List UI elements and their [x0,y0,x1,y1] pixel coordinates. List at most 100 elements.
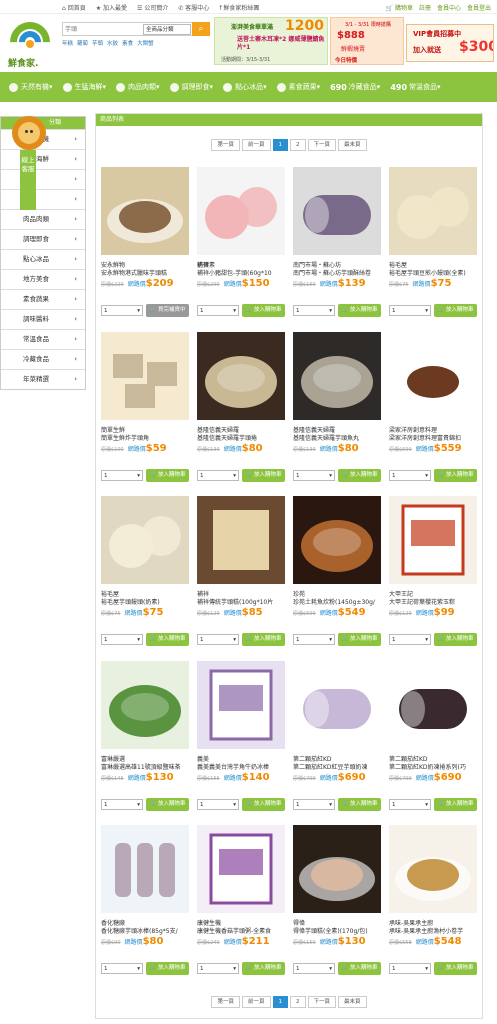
fanpage-link[interactable]: f 鮮食家粉絲團 [219,3,259,12]
sidebar-item[interactable]: 鮮› [1,169,85,189]
page-button[interactable]: 下一頁 [307,996,337,1008]
quantity-select[interactable]: 1 ▾ [101,305,143,316]
add-to-cart-button[interactable]: 🛒 放入購物車 [242,304,285,317]
product-name[interactable]: 大甲王記荷葉櫻花紫玉粽 [389,597,477,606]
quantity-select[interactable]: 1 ▾ [197,963,239,974]
product-image[interactable] [197,825,285,913]
add-to-cart-button[interactable]: 🛒 放入購物車 [434,633,477,646]
page-button[interactable]: 1 [272,139,288,151]
product-image[interactable] [389,660,477,749]
sidebar-item[interactable]: 調味醬料 › [1,309,85,329]
product-image[interactable] [389,496,477,584]
about-link[interactable]: ☰ 公司簡介 [137,3,168,12]
page-button[interactable]: 前一頁 [241,996,271,1008]
favorite-link[interactable]: ★ 加入最愛 [96,3,127,12]
product-name[interactable]: 康健生機香菇芋頭粥-全素食 [197,926,285,935]
hot-keyword[interactable]: 蘿蔔 [77,39,88,47]
nav-item[interactable]: 調理即食 ▾ [165,82,219,92]
promo-banner-2[interactable]: 3/1 - 3/31 限時搶購 $888 鮮蝦燒賣 今日特價 [330,17,404,65]
product-name[interactable]: 香化糖廠芋頭冰棒(85g*5支/ [101,926,189,935]
quantity-select[interactable]: 1 ▾ [197,469,239,481]
product-name[interactable]: 簡單生鮮炸芋頭角 [101,433,189,442]
product-image[interactable] [197,660,285,749]
product-name[interactable]: 珍苑土耗魚炊粉(1450g±30g/ [293,597,381,606]
sidebar-item[interactable]: 機› [1,189,85,209]
promo-banner-1[interactable]: 澎湃美食華單滿 1200 送菩土寨木耳凍*2 娜威薄鹽鯖魚片*1 活動期間：3/… [214,17,328,65]
hot-keyword[interactable]: 大閘蟹 [137,39,154,47]
add-to-cart-button[interactable]: 🛒 放入購物車 [434,797,477,811]
product-name[interactable]: 富琳嚴選高雄11號頂級鹽味茶 [101,762,189,771]
member-center-link[interactable]: 會員中心 [437,3,461,12]
page-button[interactable]: 第一頁 [211,996,240,1008]
sidebar-item[interactable]: 素食蔬果 › [1,289,85,309]
product-image[interactable] [389,167,477,255]
add-to-cart-button[interactable]: 🛒 放入購物車 [146,468,189,482]
product-image[interactable] [389,331,477,420]
add-to-cart-button[interactable]: 🛒 放入購物車 [338,962,381,975]
product-image[interactable] [101,496,189,584]
quantity-select[interactable]: 1 ▾ [293,798,335,810]
add-to-cart-button[interactable]: 🛒 放入購物車 [338,468,381,482]
quantity-select[interactable]: 1 ▾ [389,634,431,645]
sidebar-item[interactable]: 地方美食 › [1,269,85,289]
quantity-select[interactable]: 1 ▾ [293,469,335,481]
add-to-cart-button[interactable]: 🛒 放入購物車 [242,468,285,482]
site-logo[interactable]: 鮮食家. [1,13,59,71]
category-select[interactable]: 全商品分類 [143,24,191,35]
vip-banner[interactable]: VIP會員招募中 加入就送 $300 [406,24,494,62]
add-to-cart-button[interactable]: 🛒 放入購物車 [242,633,285,646]
add-to-cart-button[interactable]: 🛒 放入購物車 [434,468,477,482]
quantity-select[interactable]: 1 ▾ [389,469,431,481]
product-name[interactable]: 補祥小豬甜包-芋頭(60g*10 [197,268,285,277]
search-button[interactable]: ⌕ [192,22,210,36]
logout-link[interactable]: 會員登出 [467,3,491,12]
sidebar-item[interactable]: 生猛海鮮 › [1,149,85,169]
product-image[interactable] [101,167,189,255]
product-name[interactable]: 承味-吳果承主廚漁村小卷芋 [389,926,477,935]
add-to-cart-button[interactable]: 🛒 放入購物車 [434,962,477,975]
quantity-select[interactable]: 1 ▾ [389,798,431,810]
sidebar-item[interactable]: 常溫食品 › [1,329,85,349]
page-button[interactable]: 最末頁 [338,996,367,1008]
hot-keyword[interactable]: 年糕 [62,39,73,47]
home-link[interactable]: ⌂ 回首頁 [62,3,86,12]
product-image[interactable] [197,496,285,584]
sidebar-item[interactable]: 年菜精選 › [1,369,85,389]
product-image[interactable] [293,331,381,420]
add-to-cart-button[interactable]: 🛒 放入購物車 [338,797,381,811]
quantity-select[interactable]: 1 ▾ [197,305,239,316]
product-name[interactable]: 第二顆茄紅KD紅豆芋頭奶凍 [293,762,381,771]
nav-item[interactable]: 素食蔬果 ▾ [272,82,326,92]
nav-item[interactable]: 生猛海鮮 ▾ [58,82,112,92]
register-link[interactable]: 註冊 [419,3,431,12]
page-button[interactable]: 前一頁 [241,139,271,151]
product-name[interactable]: 南門市場・蘇心坊芋頭酥絲卷 [293,268,381,277]
sidebar-item[interactable]: 肉品肉類 › [1,209,85,229]
product-image[interactable] [293,825,381,913]
quantity-select[interactable]: 1 ▾ [389,963,431,974]
product-name[interactable]: 義美義美台灣芋角牛奶冰棒 [197,762,285,771]
add-to-cart-button[interactable]: 🛒 放入購物車 [434,304,477,317]
page-button[interactable]: 2 [290,996,306,1008]
quantity-select[interactable]: 1 ▾ [101,634,143,645]
service-link[interactable]: ✆ 客服中心 [178,3,209,12]
product-name[interactable]: 基隆信義天婦羅芋頭魚丸 [293,433,381,442]
add-to-cart-button[interactable]: 🛒 放入購物車 [146,962,189,975]
sidebar-item[interactable]: 點心冰品 › [1,249,85,269]
product-image[interactable] [293,167,381,255]
product-name[interactable]: 補祥傳統芋頭糕(100g*10片 [197,597,285,606]
page-button[interactable]: 最末頁 [338,139,367,151]
page-button[interactable]: 下一頁 [307,139,337,151]
add-to-cart-button[interactable]: 🛒 放入購物車 [146,633,189,646]
product-image[interactable] [293,660,381,749]
quantity-select[interactable]: 1 ▾ [293,963,335,974]
hot-keyword[interactable]: 芋頭 [92,39,103,47]
page-button[interactable]: 1 [272,996,288,1008]
add-to-cart-button[interactable]: 🛒 放入購物車 [338,633,381,646]
hot-keyword[interactable]: 素食 [122,39,133,47]
sidebar-item[interactable]: 調理即食 › [1,229,85,249]
product-image[interactable] [101,660,189,749]
search-input[interactable] [65,24,139,35]
product-name[interactable]: 梁家洋房創意料理富貴錦扣 [389,433,477,442]
quantity-select[interactable]: 1 ▾ [197,634,239,645]
